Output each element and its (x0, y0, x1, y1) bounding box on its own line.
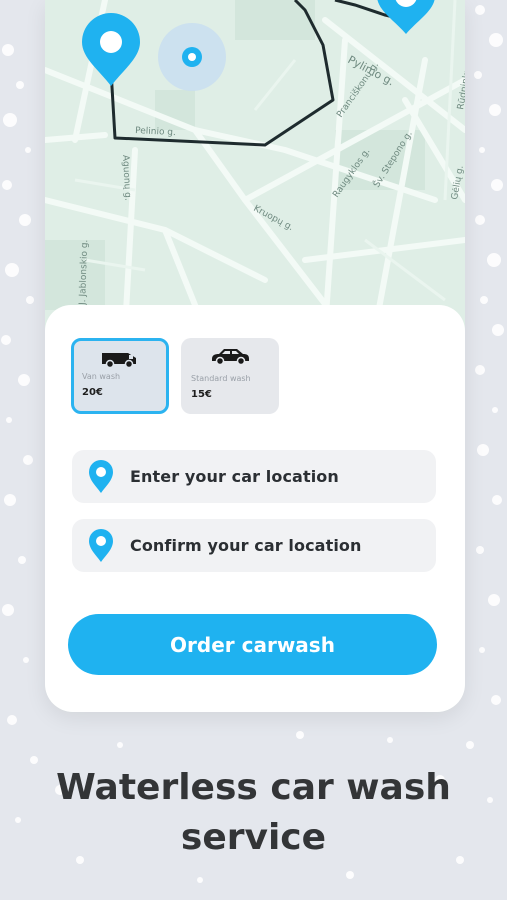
car-icon (181, 344, 279, 366)
svg-text:Pelinio g.: Pelinio g. (135, 126, 176, 138)
map-view[interactable]: Pylimo g. Pelinio g. Aguonų g. Pranciško… (45, 0, 465, 330)
option-price: 20€ (82, 387, 103, 398)
location-pin-icon (87, 528, 115, 563)
headline-line2: service (180, 817, 327, 858)
headline: Waterless car wash service (0, 763, 507, 863)
app-screen: Pylimo g. Pelinio g. Aguonų g. Pranciško… (45, 0, 465, 712)
option-price: 15€ (191, 389, 212, 400)
headline-line1: Waterless car wash (56, 767, 451, 808)
location-pin-icon (87, 459, 115, 494)
option-name: Standard wash (191, 374, 251, 383)
confirm-location-label: Confirm your car location (130, 536, 362, 555)
enter-location-field[interactable]: Enter your car location (72, 450, 436, 503)
van-icon (74, 347, 166, 369)
order-sheet: Van wash 20€ Standard wash 15€ Enter you… (45, 305, 465, 712)
enter-location-label: Enter your car location (130, 467, 339, 486)
van-wash-option[interactable]: Van wash 20€ (71, 338, 169, 414)
confirm-location-field[interactable]: Confirm your car location (72, 519, 436, 572)
option-name: Van wash (82, 372, 121, 381)
order-carwash-button[interactable]: Order carwash (68, 614, 437, 675)
standard-wash-option[interactable]: Standard wash 15€ (181, 338, 279, 414)
